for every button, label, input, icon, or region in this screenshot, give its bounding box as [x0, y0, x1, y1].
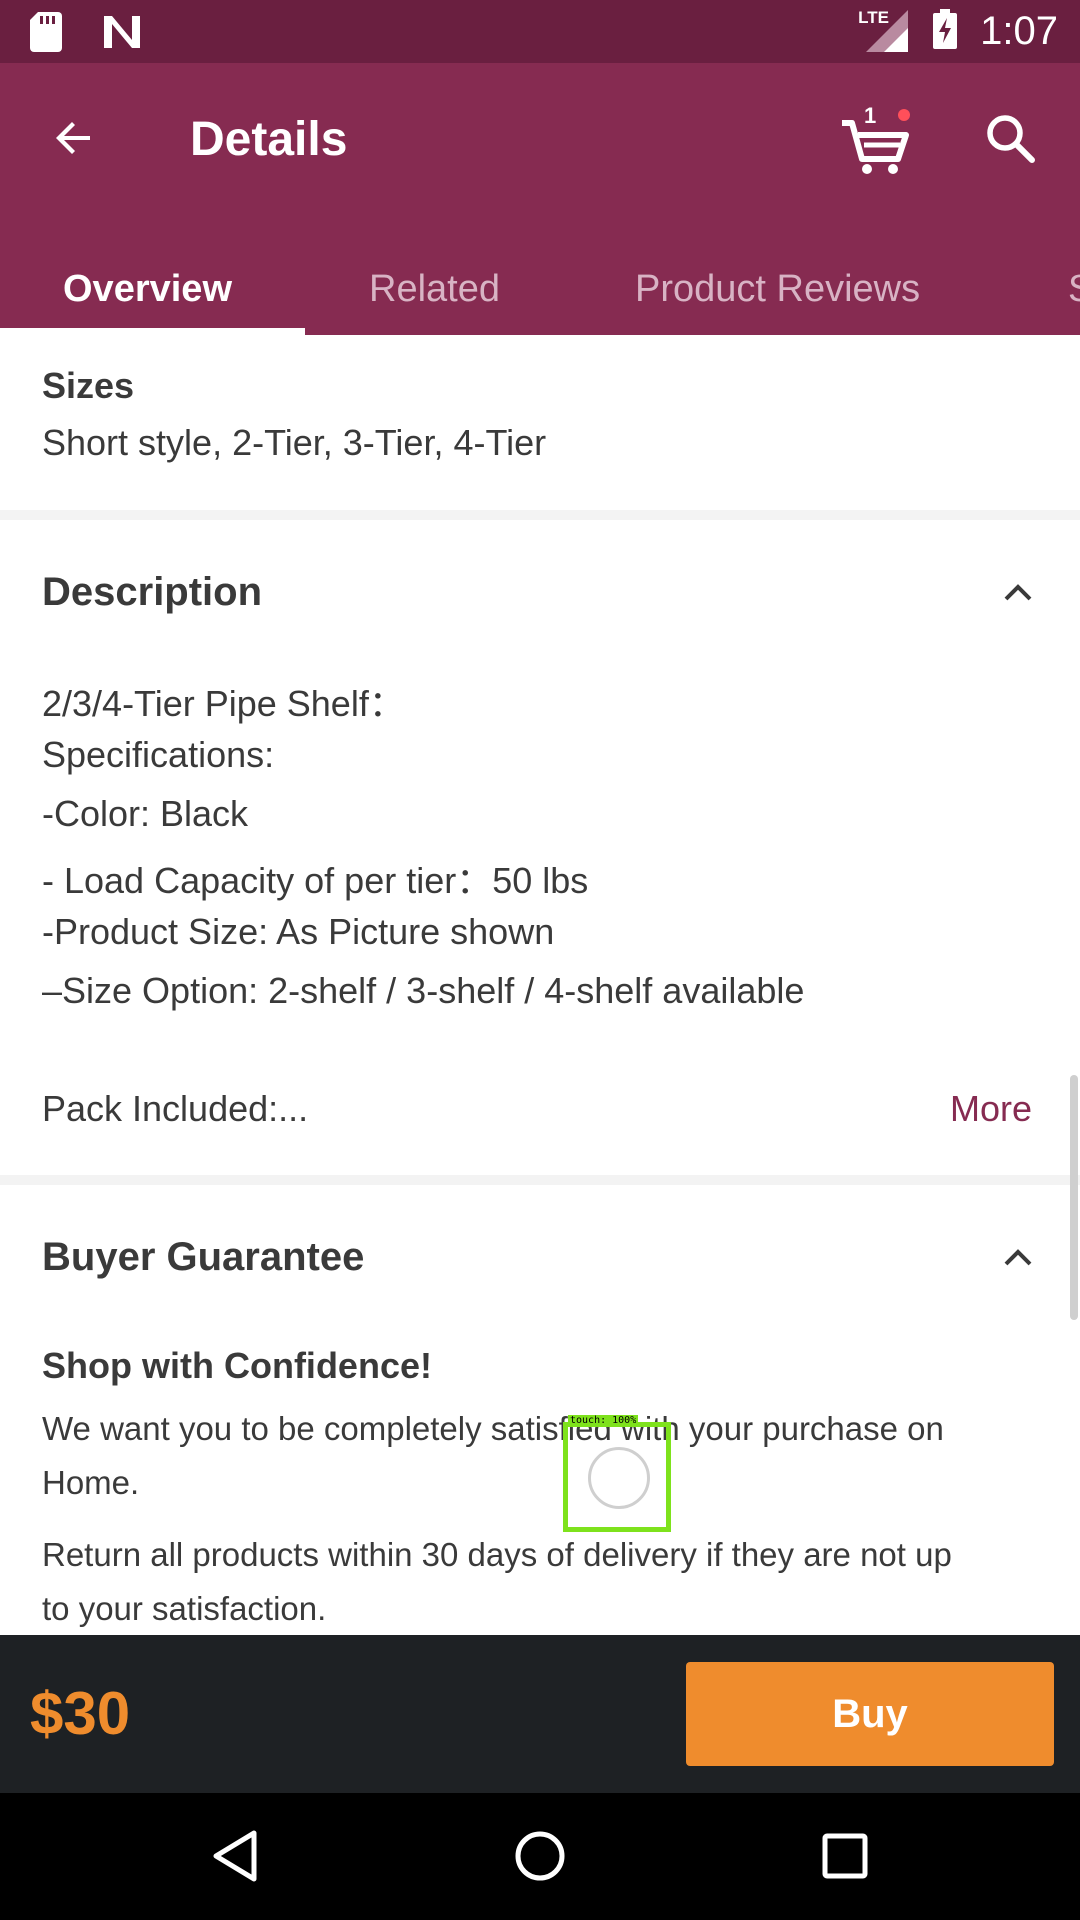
square-recents-icon [820, 1831, 870, 1886]
tab-related[interactable]: Related [369, 243, 500, 335]
sizes-label: Sizes [42, 365, 135, 406]
tab-overview[interactable]: Overview [63, 243, 232, 335]
triangle-back-icon [210, 1829, 260, 1888]
circle-home-icon [513, 1829, 567, 1888]
cart-notification-dot [898, 109, 910, 121]
section-divider [0, 1175, 1080, 1185]
signal-icon: LTE [858, 8, 910, 54]
arrow-left-icon [50, 114, 98, 167]
pack-included-text: Pack Included:... [42, 1088, 309, 1129]
cart-count-badge: 1 [864, 103, 877, 128]
touch-ripple [588, 1447, 650, 1509]
description-line: 2/3/4-Tier Pipe Shelf： [42, 683, 405, 724]
more-link[interactable]: More [950, 1088, 1032, 1130]
guarantee-text: Home. [42, 1464, 140, 1501]
details-content[interactable]: Sizes Short style, 2-Tier, 3-Tier, 4-Tie… [0, 335, 1080, 1635]
tab-product-reviews[interactable]: Product Reviews [635, 243, 920, 335]
tab-partial[interactable]: S [1068, 243, 1080, 335]
description-line: -Color: Black [42, 793, 249, 834]
description-title: Description [42, 570, 263, 614]
status-left-icons [30, 12, 142, 57]
tab-bar: Overview Related Product Reviews S [0, 243, 1080, 335]
buy-button[interactable]: Buy [686, 1662, 1054, 1766]
purchase-bar: $30 Buy [0, 1635, 1080, 1793]
description-line: -Product Size: As Picture shown [42, 911, 555, 952]
sizes-value: Short style, 2-Tier, 3-Tier, 4-Tier [42, 422, 547, 463]
buyer-guarantee-title: Buyer Guarantee [42, 1235, 365, 1279]
status-right-icons: LTE 1:07 [858, 8, 1058, 54]
guarantee-text: We want you to be completely satisfied w… [42, 1410, 944, 1447]
sd-card-icon [30, 12, 62, 57]
chevron-up-icon[interactable] [1000, 575, 1036, 611]
status-bar: LTE 1:07 [0, 0, 1080, 63]
price-label: $30 [30, 1680, 131, 1747]
back-button[interactable] [42, 108, 106, 172]
network-type-label: LTE [858, 8, 889, 27]
scrollbar[interactable] [1070, 1075, 1078, 1320]
clock: 1:07 [980, 8, 1058, 53]
nav-recents-button[interactable] [810, 1823, 880, 1893]
section-divider [0, 510, 1080, 520]
description-line: –Size Option: 2-shelf / 3-shelf / 4-shel… [42, 970, 805, 1011]
battery-charging-icon [932, 8, 958, 54]
active-tab-indicator [0, 328, 305, 335]
nav-back-button[interactable] [200, 1823, 270, 1893]
guarantee-text: to your satisfaction. [42, 1590, 327, 1627]
touch-indicator-label: touch: 100% [568, 1415, 639, 1426]
system-nav-bar [0, 1793, 1080, 1920]
search-icon [984, 112, 1036, 169]
description-line: Specifications: [42, 734, 275, 775]
app-bar: Details 1 Overview Related Product Revie… [0, 63, 1080, 335]
chevron-up-icon[interactable] [1000, 1240, 1036, 1276]
n-notification-icon [102, 14, 142, 55]
description-line: - Load Capacity of per tier：50 lbs [42, 860, 589, 901]
cart-icon [836, 120, 916, 185]
touch-indicator: touch: 100% [563, 1415, 671, 1532]
nav-home-button[interactable] [505, 1823, 575, 1893]
page-title: Details [190, 113, 348, 166]
guarantee-heading: Shop with Confidence! [42, 1345, 432, 1386]
guarantee-text: Return all products within 30 days of de… [42, 1536, 952, 1573]
search-button[interactable] [978, 108, 1042, 172]
